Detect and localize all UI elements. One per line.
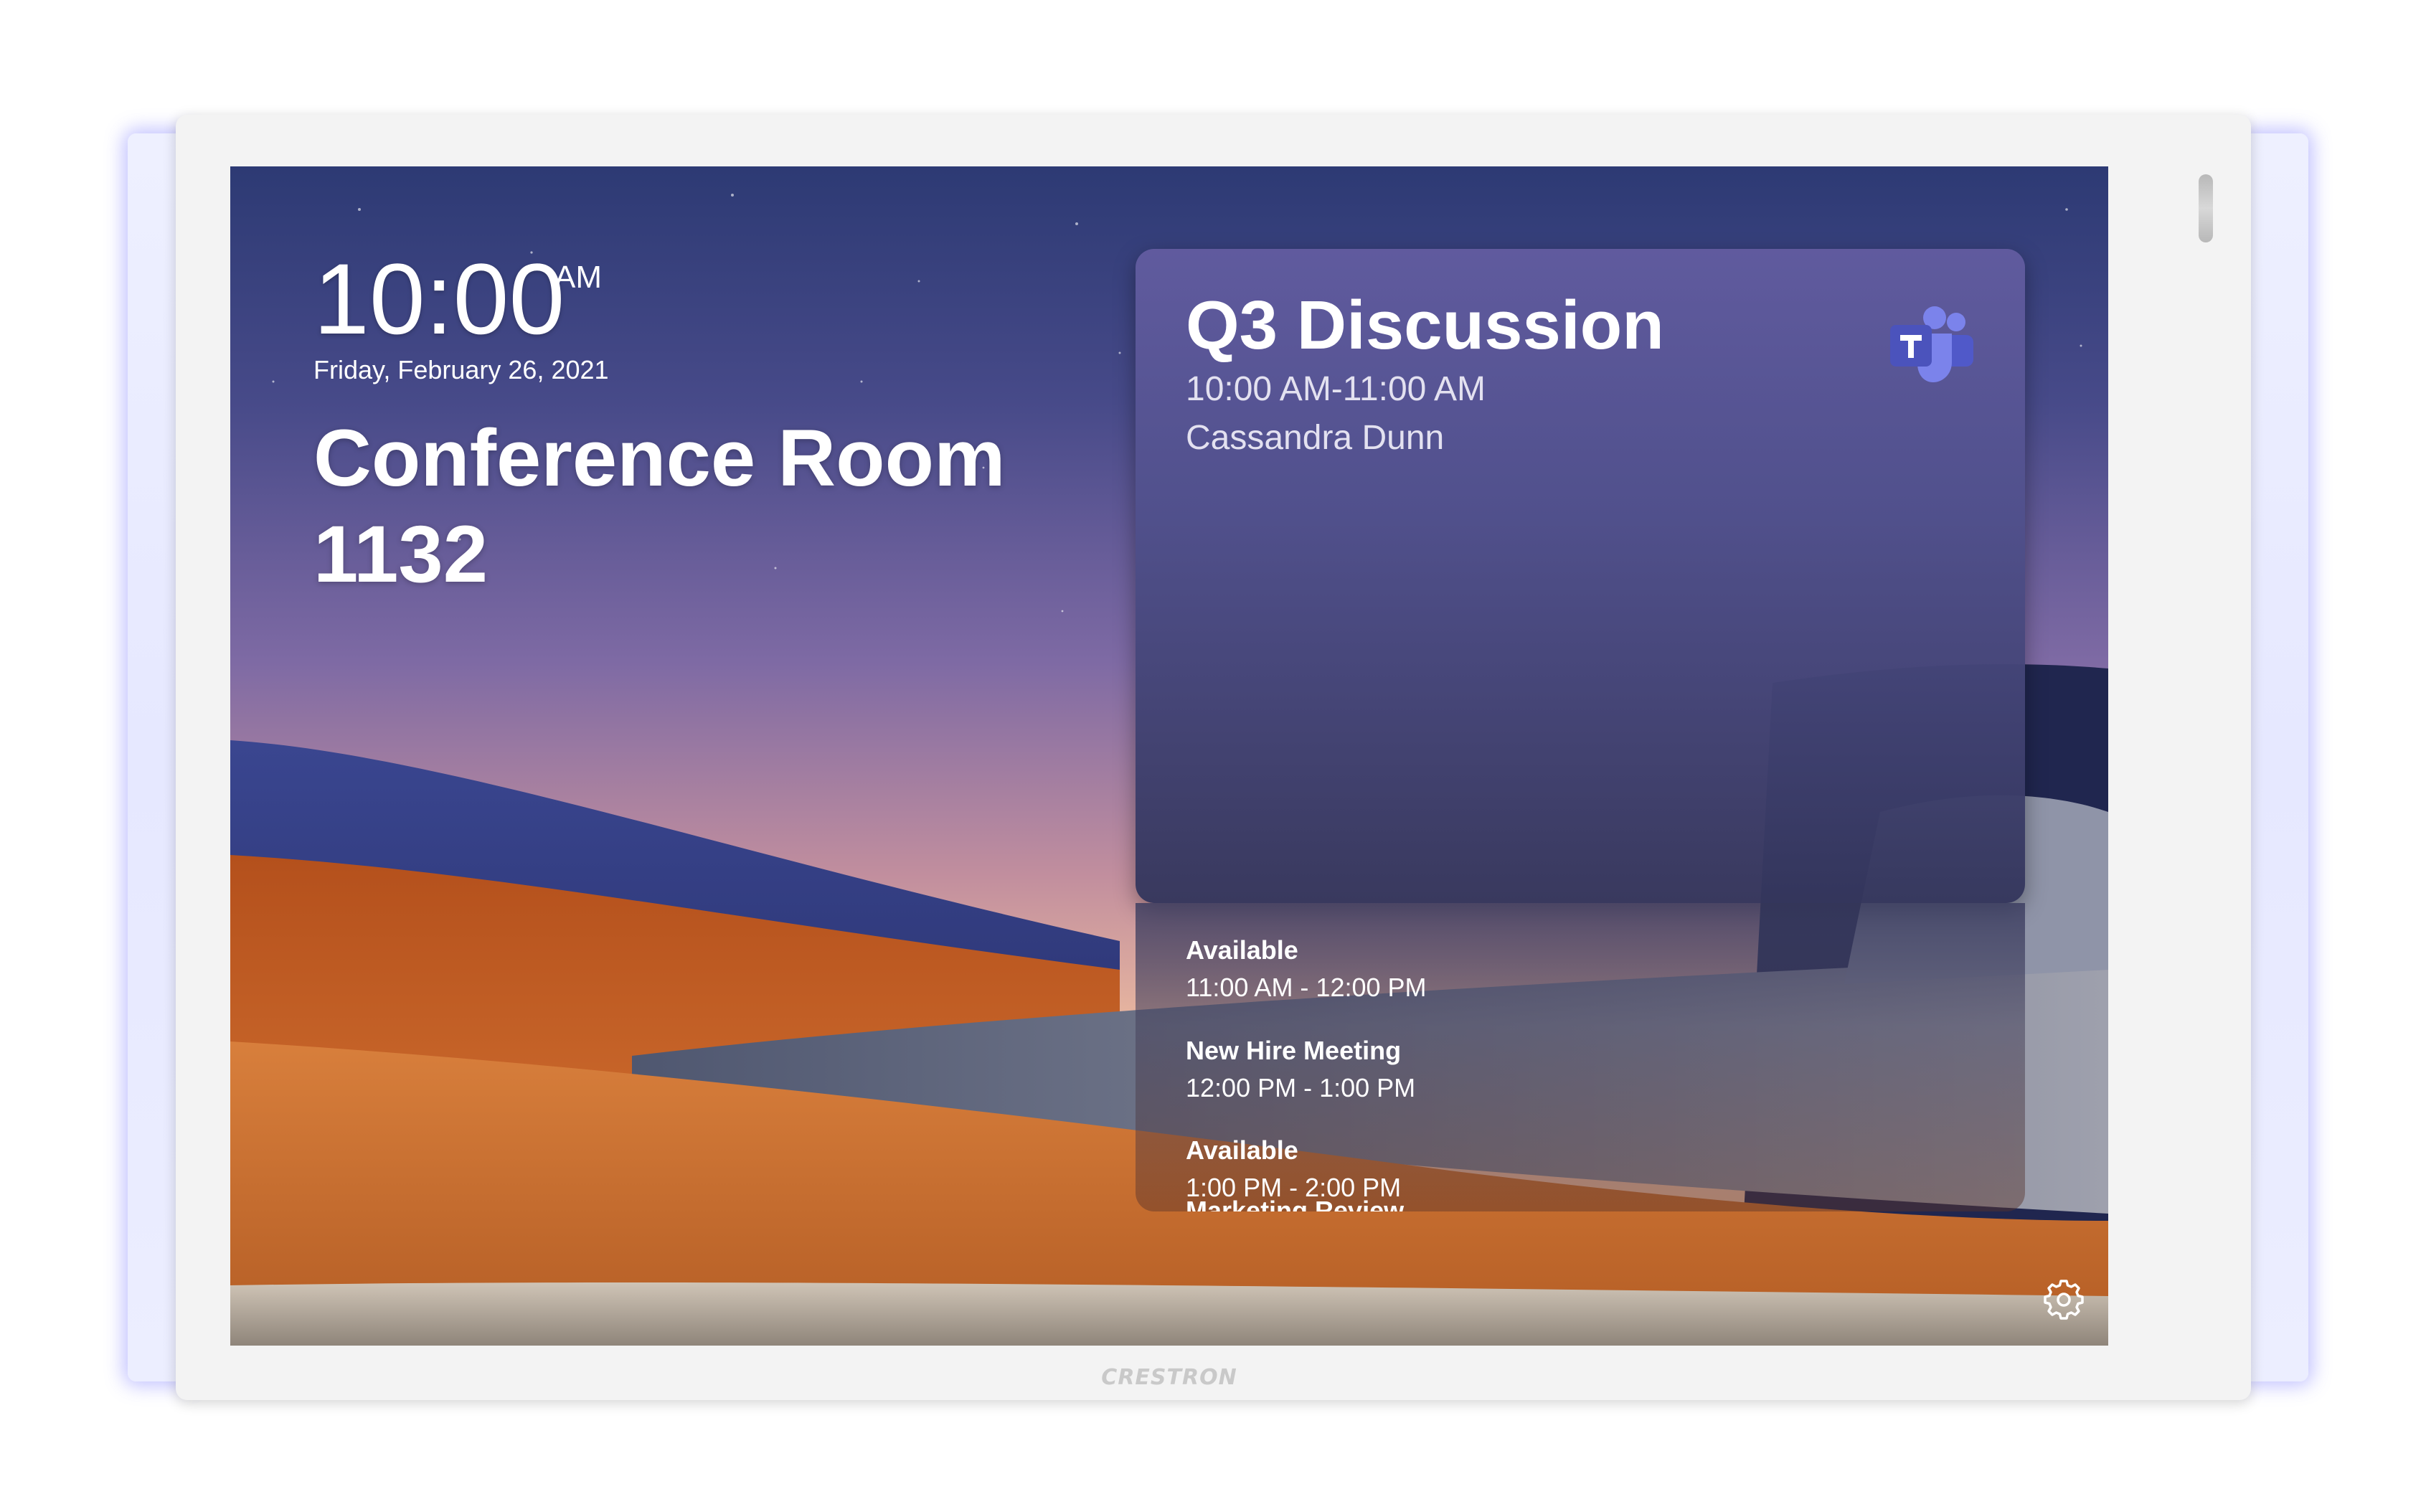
right-side-bezel bbox=[2244, 133, 2308, 1381]
meeting-organizer: Cassandra Dunn bbox=[1186, 419, 1445, 457]
schedule-item-title: New Hire Meeting bbox=[1186, 1036, 1402, 1065]
meeting-title: Q3 Discussion bbox=[1186, 287, 1664, 364]
room-name: Conference Room 1132 bbox=[313, 410, 1031, 603]
schedule-item-time: 12:00 PM - 1:00 PM bbox=[1186, 1073, 1416, 1102]
current-meeting-card[interactable]: Q3 Discussion 10:00 AM-11:00 AM Cassandr… bbox=[1136, 249, 2025, 903]
proximity-sensor bbox=[2199, 174, 2213, 242]
clock-time: 10:00 bbox=[313, 242, 565, 355]
room-name-line2: 1132 bbox=[313, 509, 488, 599]
room-name-line1: Conference Room bbox=[313, 413, 1006, 503]
gear-icon[interactable] bbox=[2044, 1280, 2084, 1320]
schedule-item[interactable]: Available 1:00 PM - 2:00 PM bbox=[1186, 1135, 1401, 1203]
brand-logo: CRESTRON bbox=[1101, 1365, 1237, 1390]
schedule-list[interactable]: Available 11:00 AM - 12:00 PM New Hire M… bbox=[1136, 903, 2025, 1211]
schedule-item-time: 11:00 AM - 12:00 PM bbox=[1186, 973, 1427, 1002]
schedule-item-title: Available bbox=[1186, 1135, 1298, 1165]
schedule-item[interactable]: Marketing Review bbox=[1186, 1196, 1404, 1211]
microsoft-teams-icon bbox=[1890, 306, 1973, 382]
meeting-time: 10:00 AM-11:00 AM bbox=[1186, 370, 1486, 408]
schedule-item[interactable]: Available 11:00 AM - 12:00 PM bbox=[1186, 935, 1427, 1003]
schedule-item-title: Available bbox=[1186, 935, 1298, 965]
schedule-item[interactable]: New Hire Meeting 12:00 PM - 1:00 PM bbox=[1186, 1036, 1415, 1103]
panel-screen: 10:00 AM Friday, February 26, 2021 Confe… bbox=[230, 166, 2108, 1346]
clock-ampm: AM bbox=[554, 260, 602, 295]
schedule-item-title: Marketing Review bbox=[1186, 1196, 1405, 1211]
current-date: Friday, February 26, 2021 bbox=[313, 355, 609, 384]
